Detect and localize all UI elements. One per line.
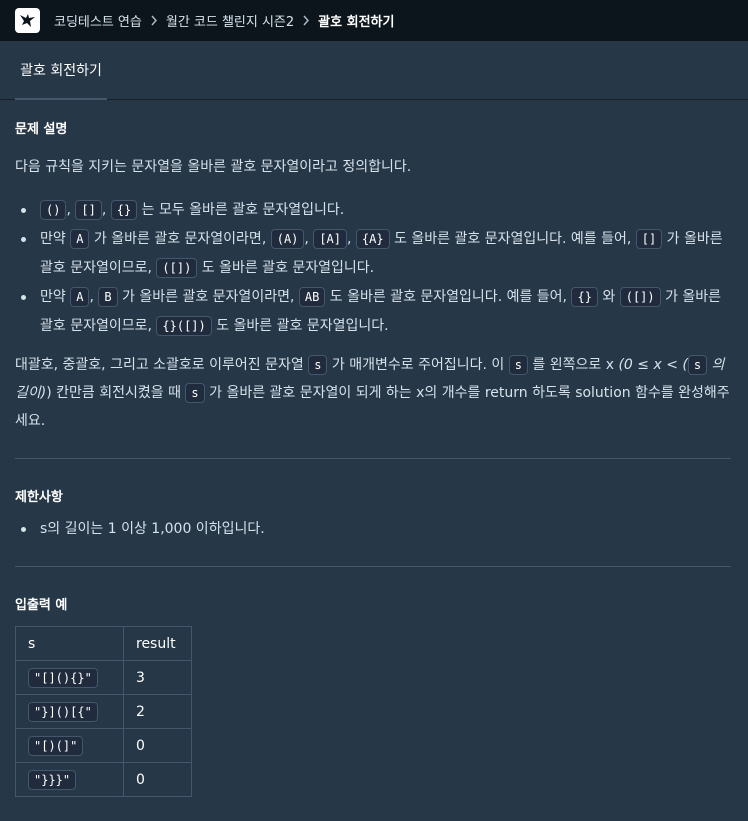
chevron-right-icon: [302, 15, 310, 26]
code-snippet: (A): [270, 229, 305, 249]
examples-heading: 입출력 예: [15, 598, 68, 613]
rule-item: (), [], {} 는 모두 올바른 괄호 문자열입니다.: [0, 196, 731, 225]
constraints-list: s의 길이는 1 이상 1,000 이하입니다.: [0, 515, 748, 544]
code-snippet: s: [687, 355, 708, 375]
top-nav-bar: 코딩테스트 연습 월간 코드 챌린지 시즌2 괄호 회전하기: [0, 0, 748, 41]
breadcrumb: 코딩테스트 연습 월간 코드 챌린지 시즌2 괄호 회전하기: [54, 0, 394, 41]
table-row: "[)(]" 0: [15, 728, 192, 763]
table-row: "[](){}" 3: [15, 660, 192, 695]
table-cell-s: "[](){}": [15, 660, 124, 695]
column-header-s: s: [15, 626, 124, 661]
breadcrumb-item-challenge[interactable]: 월간 코드 챌린지 시즌2: [166, 11, 294, 30]
programmers-logo-icon[interactable]: [15, 8, 40, 33]
breadcrumb-current: 괄호 회전하기: [318, 15, 395, 30]
code-snippet: {}: [110, 200, 138, 220]
description-heading: 문제 설명: [15, 122, 68, 137]
rules-list: (), [], {} 는 모두 올바른 괄호 문자열입니다. 만약 A 가 올바…: [0, 196, 731, 341]
code-snippet: "}]()[{": [28, 701, 98, 722]
table-cell-s: "[)(]": [15, 728, 124, 763]
code-snippet: {A}: [355, 229, 390, 249]
table-cell-result: 0: [123, 728, 192, 763]
code-snippet: ([]): [156, 258, 198, 278]
chevron-right-icon: [150, 15, 158, 26]
table-cell-s: "}]()[{": [15, 694, 124, 729]
table-row: "}}}" 0: [15, 762, 192, 797]
constraints-heading: 제한사항: [15, 490, 63, 505]
code-snippet: B: [98, 287, 118, 307]
code-snippet: "[](){}": [28, 667, 98, 688]
code-snippet: {}([]): [156, 316, 212, 336]
table-cell-s: "}}}": [15, 762, 124, 797]
table-header-row: s result: [15, 626, 192, 661]
tab-problem-title[interactable]: 괄호 회전하기: [15, 41, 107, 100]
section-divider: [15, 458, 731, 459]
code-snippet: s: [308, 355, 328, 375]
code-snippet: s: [508, 355, 528, 375]
code-snippet: {}: [571, 287, 598, 307]
code-snippet: (): [40, 200, 67, 220]
rule-item: 만약 A, B 가 올바른 괄호 문자열이라면, AB 도 올바른 괄호 문자열…: [0, 283, 731, 341]
table-cell-result: 3: [123, 660, 192, 695]
table-cell-result: 2: [123, 694, 192, 729]
code-snippet: A: [70, 229, 90, 249]
column-header-result: result: [123, 626, 192, 661]
table-cell-result: 0: [123, 762, 192, 797]
constraint-item: s의 길이는 1 이상 1,000 이하입니다.: [0, 515, 748, 544]
breadcrumb-item-coding-test[interactable]: 코딩테스트 연습: [54, 11, 142, 30]
code-snippet: "}}}": [28, 769, 77, 790]
section-divider: [15, 566, 731, 567]
code-snippet: []: [75, 200, 102, 220]
code-snippet: AB: [298, 287, 326, 307]
examples-table: s result "[](){}" 3 "}]()[{" 2 "[)(]" 0 …: [15, 626, 192, 797]
description-intro: 다음 규칙을 지키는 문자열을 올바른 괄호 문자열이라고 정의합니다.: [15, 159, 412, 175]
code-snippet: [A]: [313, 229, 348, 249]
code-snippet: "[)(]": [28, 735, 84, 756]
code-snippet: s: [185, 383, 205, 403]
description-body: 대괄호, 중괄호, 그리고 소괄호로 이루어진 문자열 s 가 매개변수로 주어…: [15, 355, 730, 429]
rule-item: 만약 A 가 올바른 괄호 문자열이라면, (A), [A], {A} 도 올바…: [0, 225, 731, 283]
code-snippet: ([]): [619, 287, 661, 307]
table-row: "}]()[{" 2: [15, 694, 192, 729]
code-snippet: A: [70, 287, 90, 307]
tab-bar: 괄호 회전하기: [0, 41, 748, 100]
code-snippet: []: [635, 229, 663, 249]
